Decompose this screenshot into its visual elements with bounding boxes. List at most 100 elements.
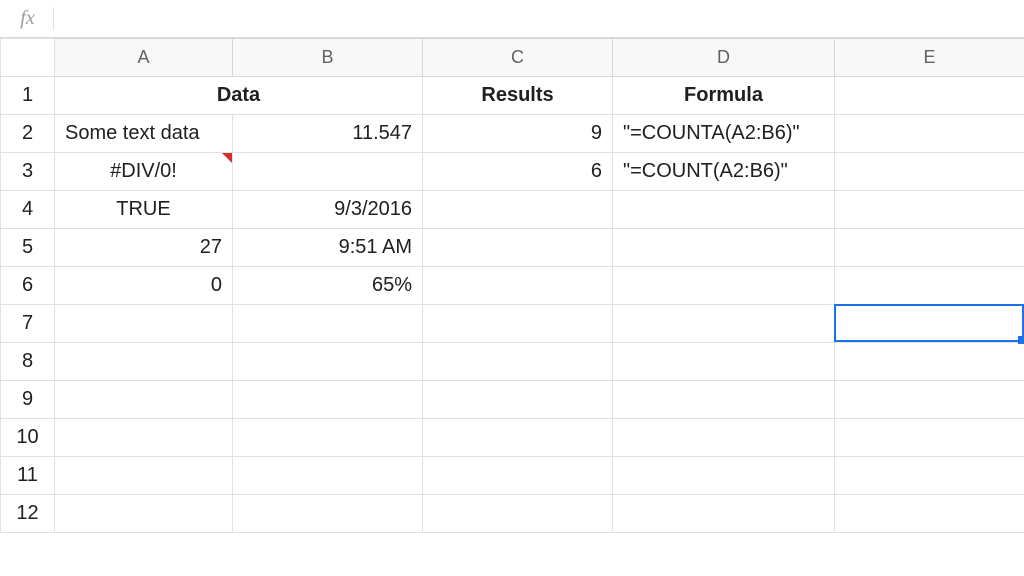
- cell-A11[interactable]: [55, 457, 233, 495]
- cell-B5[interactable]: 9:51 AM: [233, 229, 423, 267]
- col-header-D[interactable]: D: [613, 39, 835, 77]
- row-4: 4 TRUE 9/3/2016: [1, 191, 1024, 229]
- cell-C2[interactable]: 9: [423, 115, 613, 153]
- row-header-10[interactable]: 10: [1, 419, 55, 457]
- cell-B6[interactable]: 65%: [233, 267, 423, 305]
- cell-E12[interactable]: [835, 495, 1024, 533]
- col-header-E[interactable]: E: [835, 39, 1024, 77]
- cell-D12[interactable]: [613, 495, 835, 533]
- cell-B3[interactable]: [233, 153, 423, 191]
- cell-A8[interactable]: [55, 343, 233, 381]
- spreadsheet-grid[interactable]: A B C D E 1 Data Results Formula 2 Some …: [0, 38, 1024, 533]
- cell-C3[interactable]: 6: [423, 153, 613, 191]
- cell-D5[interactable]: [613, 229, 835, 267]
- cell-E7[interactable]: [835, 305, 1024, 343]
- row-6: 6 0 65%: [1, 267, 1024, 305]
- row-header-7[interactable]: 7: [1, 305, 55, 343]
- row-9: 9: [1, 381, 1024, 419]
- select-all-corner[interactable]: [1, 39, 55, 77]
- cell-A10[interactable]: [55, 419, 233, 457]
- cell-B9[interactable]: [233, 381, 423, 419]
- cell-E11[interactable]: [835, 457, 1024, 495]
- cell-D11[interactable]: [613, 457, 835, 495]
- cell-D3[interactable]: "=COUNT(A2:B6)": [613, 153, 835, 191]
- row-header-1[interactable]: 1: [1, 77, 55, 115]
- header-data: Data: [217, 84, 260, 106]
- cell-A3[interactable]: #DIV/0!: [55, 153, 233, 191]
- row-header-4[interactable]: 4: [1, 191, 55, 229]
- cell-A1-B1-merged[interactable]: Data: [55, 77, 423, 115]
- row-2: 2 Some text data 11.547 9 "=COUNTA(A2:B6…: [1, 115, 1024, 153]
- cell-C5[interactable]: [423, 229, 613, 267]
- cell-E9[interactable]: [835, 381, 1024, 419]
- cell-D6[interactable]: [613, 267, 835, 305]
- cell-B2[interactable]: 11.547: [233, 115, 423, 153]
- cell-D8[interactable]: [613, 343, 835, 381]
- cell-B4[interactable]: 9/3/2016: [233, 191, 423, 229]
- cell-B8[interactable]: [233, 343, 423, 381]
- row-header-6[interactable]: 6: [1, 267, 55, 305]
- cell-A9[interactable]: [55, 381, 233, 419]
- cell-C6[interactable]: [423, 267, 613, 305]
- cell-C11[interactable]: [423, 457, 613, 495]
- grid-area: A B C D E 1 Data Results Formula 2 Some …: [0, 38, 1024, 533]
- row-header-5[interactable]: 5: [1, 229, 55, 267]
- cell-C4[interactable]: [423, 191, 613, 229]
- row-header-9[interactable]: 9: [1, 381, 55, 419]
- cell-A4[interactable]: TRUE: [55, 191, 233, 229]
- cell-B12[interactable]: [233, 495, 423, 533]
- cell-C1[interactable]: Results: [423, 77, 613, 115]
- cell-C7[interactable]: [423, 305, 613, 343]
- cell-C9[interactable]: [423, 381, 613, 419]
- col-header-C[interactable]: C: [423, 39, 613, 77]
- formula-input[interactable]: [54, 0, 1024, 37]
- formula-bar: fx: [0, 0, 1024, 38]
- fx-icon: fx: [0, 7, 54, 30]
- cell-E6[interactable]: [835, 267, 1024, 305]
- cell-E1[interactable]: [835, 77, 1024, 115]
- column-header-row: A B C D E: [1, 39, 1024, 77]
- cell-E3[interactable]: [835, 153, 1024, 191]
- cell-A2[interactable]: Some text data: [55, 115, 233, 153]
- cell-E2[interactable]: [835, 115, 1024, 153]
- header-formula: Formula: [684, 84, 763, 106]
- cell-D9[interactable]: [613, 381, 835, 419]
- cell-D7[interactable]: [613, 305, 835, 343]
- cell-D2[interactable]: "=COUNTA(A2:B6)": [613, 115, 835, 153]
- cell-A7[interactable]: [55, 305, 233, 343]
- cell-E5[interactable]: [835, 229, 1024, 267]
- header-results: Results: [481, 84, 553, 106]
- note-indicator-icon[interactable]: [222, 153, 232, 163]
- cell-D4[interactable]: [613, 191, 835, 229]
- cell-C12[interactable]: [423, 495, 613, 533]
- cell-D10[interactable]: [613, 419, 835, 457]
- cell-E4[interactable]: [835, 191, 1024, 229]
- cell-A12[interactable]: [55, 495, 233, 533]
- row-header-3[interactable]: 3: [1, 153, 55, 191]
- row-header-8[interactable]: 8: [1, 343, 55, 381]
- row-5: 5 27 9:51 AM: [1, 229, 1024, 267]
- col-header-A[interactable]: A: [55, 39, 233, 77]
- cell-E10[interactable]: [835, 419, 1024, 457]
- cell-B11[interactable]: [233, 457, 423, 495]
- row-10: 10: [1, 419, 1024, 457]
- cell-C10[interactable]: [423, 419, 613, 457]
- cell-E8[interactable]: [835, 343, 1024, 381]
- cell-B10[interactable]: [233, 419, 423, 457]
- fx-label: fx: [20, 7, 34, 29]
- cell-C8[interactable]: [423, 343, 613, 381]
- row-header-2[interactable]: 2: [1, 115, 55, 153]
- row-header-11[interactable]: 11: [1, 457, 55, 495]
- row-12: 12: [1, 495, 1024, 533]
- row-header-12[interactable]: 12: [1, 495, 55, 533]
- cell-A5[interactable]: 27: [55, 229, 233, 267]
- cell-A6[interactable]: 0: [55, 267, 233, 305]
- row-1: 1 Data Results Formula: [1, 77, 1024, 115]
- col-header-B[interactable]: B: [233, 39, 423, 77]
- row-8: 8: [1, 343, 1024, 381]
- row-7: 7: [1, 305, 1024, 343]
- row-3: 3 #DIV/0! 6 "=COUNT(A2:B6)": [1, 153, 1024, 191]
- cell-D1[interactable]: Formula: [613, 77, 835, 115]
- cell-B7[interactable]: [233, 305, 423, 343]
- row-11: 11: [1, 457, 1024, 495]
